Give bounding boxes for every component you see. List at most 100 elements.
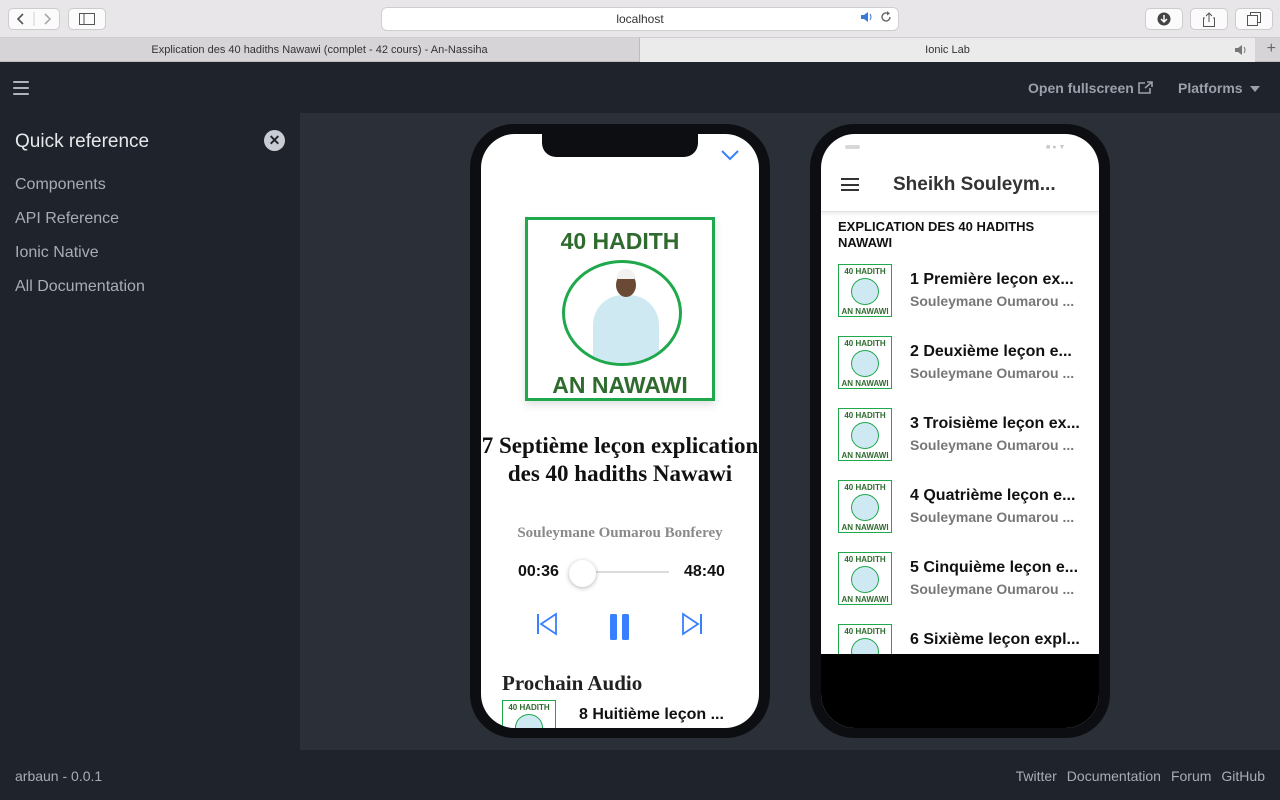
address-text: localhost [616,12,664,26]
chevron-left-right-icon [16,12,52,26]
thumb-bottom-text: AN NAWAWI [841,379,889,388]
list-item-subtitle: Souleymane Oumarou ... [910,365,1075,381]
section-title: EXPLICATION DES 40 HADITHS NAWAWI [838,219,1035,250]
tabs-overview-button[interactable] [1235,8,1273,30]
sidebar-title: Quick reference [15,131,150,152]
sidebar-item-api-reference[interactable]: API Reference [15,210,119,228]
address-bar[interactable]: localhost [381,7,899,31]
sidebar-item-all-documentation[interactable]: All Documentation [15,278,145,296]
track-artist: Souleymane Oumarou Bonferey [517,525,723,541]
sidebar-item-components[interactable]: Components [15,176,106,194]
album-cover: 40 HADITH AN NAWAWI [525,217,715,401]
portrait-image [562,260,682,366]
skip-next-icon[interactable] [681,612,703,636]
platforms-label: Platforms [1178,80,1243,96]
tab-bar: Explication des 40 hadiths Nawawi (compl… [0,38,1280,62]
lab-header: Open fullscreen Platforms [0,63,1280,113]
footer-link-documentation[interactable]: Documentation [1067,768,1161,784]
seek-thumb[interactable] [569,560,597,587]
list-item-subtitle: Souleymane Oumarou ... [910,509,1075,525]
tab-ionic-lab[interactable]: Ionic Lab [640,38,1255,62]
cover-bottom-text: AN NAWAWI [552,372,688,398]
thumb-top-text: 40 HADITH [844,267,886,276]
list-screen: ■●▼ Sheikh Souleym... EXPLICATION DES 40… [821,134,1099,728]
tabs-icon [1247,12,1261,26]
close-icon[interactable]: ✕ [264,130,285,151]
open-fullscreen-button[interactable]: Open fullscreen [1028,80,1154,96]
footer-link-forum[interactable]: Forum [1171,768,1211,784]
list-item-title: 5 Cinquième leçon e... [910,559,1079,576]
caret-down-icon [1250,86,1261,92]
list-item-thumbnail: 40 HADITH AN NAWAWI [838,408,892,461]
thumb-bottom-text: AN NAWAWI [841,523,889,532]
speaker-icon[interactable] [860,11,874,23]
list-item-subtitle: Souleymane Oumarou ... [910,437,1075,453]
platforms-dropdown[interactable]: Platforms [1178,80,1261,96]
list-item-title: 3 Troisième leçon ex... [910,415,1080,432]
thumb-bottom-text: AN NAWAWI [841,307,889,316]
status-bar-indicator [845,145,860,149]
tab-an-nassiha[interactable]: Explication des 40 hadiths Nawawi (compl… [0,38,640,62]
reload-icon[interactable] [880,11,892,23]
skip-previous-icon[interactable] [536,612,558,636]
iphone-frame: 40 HADITH AN NAWAWI 7 Septième leçon exp… [470,124,770,738]
share-icon [1203,11,1215,27]
preview-area [300,113,1280,750]
tab-speaker-icon[interactable] [1234,44,1248,56]
sidebar-icon [79,13,95,25]
list-item-title: 6 Sixième leçon expl... [910,631,1080,648]
open-fullscreen-label: Open fullscreen [1028,80,1134,96]
sidebar-item-ionic-native[interactable]: Ionic Native [15,244,99,262]
status-bar-icons: ■●▼ [1046,144,1068,151]
header-title: Sheikh Souleym... [893,174,1056,195]
tab-label: Explication des 40 hadiths Nawawi (compl… [151,44,488,56]
share-button[interactable] [1190,8,1228,30]
lab-footer: arbaun - 0.0.1 Twitter Documentation For… [0,750,1280,800]
download-icon [1157,12,1171,26]
pause-icon[interactable] [609,613,631,641]
footer-link-twitter[interactable]: Twitter [1016,768,1057,784]
sidebar-toggle-button[interactable] [68,8,106,30]
list-header: Sheikh Souleym... [821,160,1099,212]
notch [542,134,698,157]
cover-top-text: 40 HADITH [560,228,680,254]
back-forward-buttons[interactable] [8,8,60,30]
footer-link-github[interactable]: GitHub [1221,768,1265,784]
black-bar [821,654,1099,728]
list-item-title: 1 Première leçon ex... [910,271,1074,288]
browser-toolbar: localhost [0,0,1280,38]
menu-icon[interactable] [13,81,29,95]
list-item-thumbnail: 40 HADITH AN NAWAWI [838,264,892,317]
quick-reference-sidebar: Quick reference ✕ Components API Referen… [0,113,300,750]
list-item-title: 4 Quatrième leçon e... [910,487,1076,504]
thumb-top-text: 40 HADITH [844,339,886,348]
app-version: arbaun - 0.0.1 [15,768,103,784]
external-link-icon [1137,81,1153,94]
current-time: 00:36 [518,563,559,580]
thumb-top-text: 40 HADITH [508,703,550,712]
android-frame: ■●▼ Sheikh Souleym... EXPLICATION DES 40… [810,124,1110,738]
track-title: 7 Septième leçon explication des 40 hadi… [481,433,759,486]
list-item-subtitle: Souleymane Oumarou ... [910,293,1075,309]
thumb-top-text: 40 HADITH [844,555,886,564]
list-item-thumbnail: 40 HADITH AN NAWAWI [838,336,892,389]
player-screen: 40 HADITH AN NAWAWI 7 Septième leçon exp… [481,134,759,728]
list-item-title: 2 Deuxième leçon e... [910,343,1072,360]
chevron-down-icon[interactable] [721,150,739,161]
list-item-thumbnail: 40 HADITH AN NAWAWI [838,480,892,533]
thumb-top-text: 40 HADITH [844,627,886,636]
next-audio-title[interactable]: 8 Huitième leçon ... [579,706,724,724]
duration: 48:40 [684,563,725,580]
new-tab-button[interactable]: + [1267,40,1276,58]
thumb-top-text: 40 HADITH [844,411,886,420]
tab-label: Ionic Lab [925,44,970,56]
list-item-subtitle: Souleymane Oumarou ... [910,581,1075,597]
downloads-button[interactable] [1145,8,1183,30]
thumb-top-text: 40 HADITH [844,483,886,492]
thumb-bottom-text: AN NAWAWI [841,595,889,604]
thumb-bottom-text: AN NAWAWI [841,451,889,460]
menu-icon[interactable] [841,178,859,191]
list-item-thumbnail: 40 HADITH AN NAWAWI [838,552,892,605]
next-audio-heading: Prochain Audio [502,671,643,695]
next-audio-thumbnail: 40 HADITH [502,700,556,728]
